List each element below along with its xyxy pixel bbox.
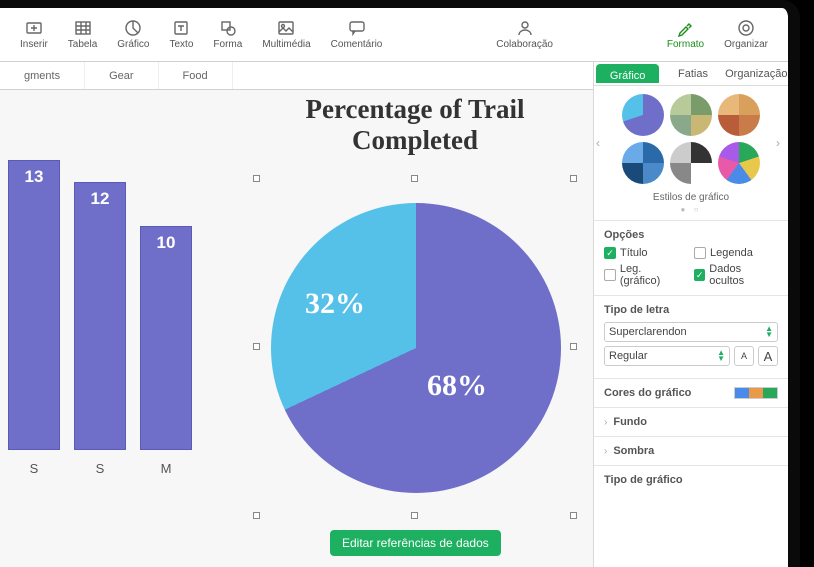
color-swatch: [735, 388, 749, 398]
selection-handle[interactable]: [411, 512, 418, 519]
section-header: Cores do gráfico: [604, 387, 691, 399]
canvas[interactable]: 13 12 10 S S M Percentage of Trail Compl…: [0, 90, 593, 567]
chart-styles: ‹ ›: [594, 86, 788, 192]
style-thumb[interactable]: [670, 142, 712, 184]
section-header: Tipo de letra: [604, 304, 778, 316]
text-button[interactable]: Texto: [160, 15, 204, 54]
edit-data-button[interactable]: Editar referências de dados: [330, 530, 501, 556]
style-thumb[interactable]: [622, 142, 664, 184]
selection-handle[interactable]: [570, 512, 577, 519]
background-section[interactable]: › Fundo: [594, 407, 788, 436]
shape-button[interactable]: Forma: [203, 15, 252, 54]
colors-section: Cores do gráfico: [594, 378, 788, 407]
comment-icon: [348, 19, 366, 37]
organize-button[interactable]: Organizar: [714, 15, 778, 54]
check-icon: ✓: [604, 247, 616, 259]
style-thumb[interactable]: [670, 94, 712, 136]
checkbox-chart-legend[interactable]: Leg. (gráfico): [604, 263, 684, 287]
check-icon: ✓: [694, 269, 705, 281]
format-button[interactable]: Formato: [657, 15, 714, 54]
tab-organization[interactable]: Organização: [725, 62, 788, 85]
image-icon: [277, 19, 295, 37]
inspector-tabs: Gráfico Fatias Organização: [594, 62, 788, 86]
table-icon: [74, 19, 92, 37]
checkbox-hidden-data[interactable]: ✓Dados ocultos: [694, 263, 774, 287]
layers-icon: [737, 19, 755, 37]
pie-icon: [124, 19, 142, 37]
selection-handle[interactable]: [411, 175, 418, 182]
sheet-tab[interactable]: Food: [159, 62, 233, 89]
font-weight-select[interactable]: Regular▲▼: [604, 346, 730, 366]
chevron-left-icon[interactable]: ‹: [596, 136, 606, 150]
tab-chart[interactable]: Gráfico: [596, 64, 659, 83]
page-dots[interactable]: ● ○: [594, 205, 788, 214]
toolbar: Inserir Tabela Gráfico Texto Forma Multi…: [0, 8, 788, 62]
style-thumb[interactable]: [718, 94, 760, 136]
selection-handle[interactable]: [570, 175, 577, 182]
section-header: Opções: [604, 229, 778, 241]
pie-chart[interactable]: 32% 68%: [256, 178, 574, 516]
checkbox-legend[interactable]: Legenda: [694, 247, 774, 259]
shadow-section[interactable]: › Sombra: [594, 436, 788, 465]
chart-title[interactable]: Percentage of Trail Completed: [256, 94, 574, 156]
bar: 12: [74, 182, 126, 450]
color-swatch: [749, 388, 763, 398]
font-family-select[interactable]: Superclarendon▲▼: [604, 322, 778, 342]
style-thumb[interactable]: [622, 94, 664, 136]
plus-icon: [25, 19, 43, 37]
bar: 13: [8, 160, 60, 450]
selection-handle[interactable]: [253, 343, 260, 350]
check-icon: [604, 269, 616, 281]
comment-button[interactable]: Comentário: [321, 15, 393, 54]
color-swatches-button[interactable]: [734, 387, 778, 399]
updown-icon: ▲▼: [717, 350, 725, 362]
styles-label: Estilos de gráfico: [594, 192, 788, 203]
color-swatch: [763, 388, 777, 398]
font-section: Tipo de letra Superclarendon▲▼ Regular▲▼…: [594, 295, 788, 378]
bar-chart[interactable]: 13 12 10 S S M: [0, 120, 210, 490]
style-thumb[interactable]: [718, 142, 760, 184]
chart-type-section: Tipo de gráfico: [594, 465, 788, 494]
text-icon: [172, 19, 190, 37]
updown-icon: ▲▼: [765, 326, 773, 338]
pie-graphic: [271, 203, 561, 493]
bar-category: M: [140, 461, 192, 476]
pie-slice-label: 68%: [427, 369, 487, 403]
selection-handle[interactable]: [253, 512, 260, 519]
check-icon: [694, 247, 706, 259]
sheet-tab[interactable]: gments: [0, 62, 85, 89]
selection-handle[interactable]: [253, 175, 260, 182]
collab-button[interactable]: Colaboração: [486, 15, 563, 54]
chevron-right-icon: ›: [604, 417, 607, 428]
bar-category: S: [74, 461, 126, 476]
table-button[interactable]: Tabela: [58, 15, 107, 54]
format-inspector: Gráfico Fatias Organização ‹ › Estilos d…: [593, 62, 788, 567]
options-section: Opções ✓Título Legenda Leg. (gráfico) ✓D…: [594, 220, 788, 295]
selection-handle[interactable]: [570, 343, 577, 350]
sheet-tab[interactable]: Gear: [85, 62, 158, 89]
shape-icon: [219, 19, 237, 37]
font-larger-button[interactable]: A: [758, 346, 778, 366]
section-header: Sombra: [613, 445, 778, 457]
pie-slice-label: 32%: [305, 287, 365, 321]
brush-icon: [676, 19, 694, 37]
font-smaller-button[interactable]: A: [734, 346, 754, 366]
bar-category: S: [8, 461, 60, 476]
bar: 10: [140, 226, 192, 450]
person-icon: [516, 19, 534, 37]
section-header: Fundo: [613, 416, 778, 428]
chevron-right-icon: ›: [604, 446, 607, 457]
chevron-right-icon[interactable]: ›: [776, 136, 786, 150]
checkbox-title[interactable]: ✓Título: [604, 247, 684, 259]
media-button[interactable]: Multimédia: [252, 15, 320, 54]
tab-slices[interactable]: Fatias: [661, 62, 724, 85]
section-header: Tipo de gráfico: [604, 474, 683, 486]
insert-button[interactable]: Inserir: [10, 15, 58, 54]
chart-button[interactable]: Gráfico: [107, 15, 159, 54]
